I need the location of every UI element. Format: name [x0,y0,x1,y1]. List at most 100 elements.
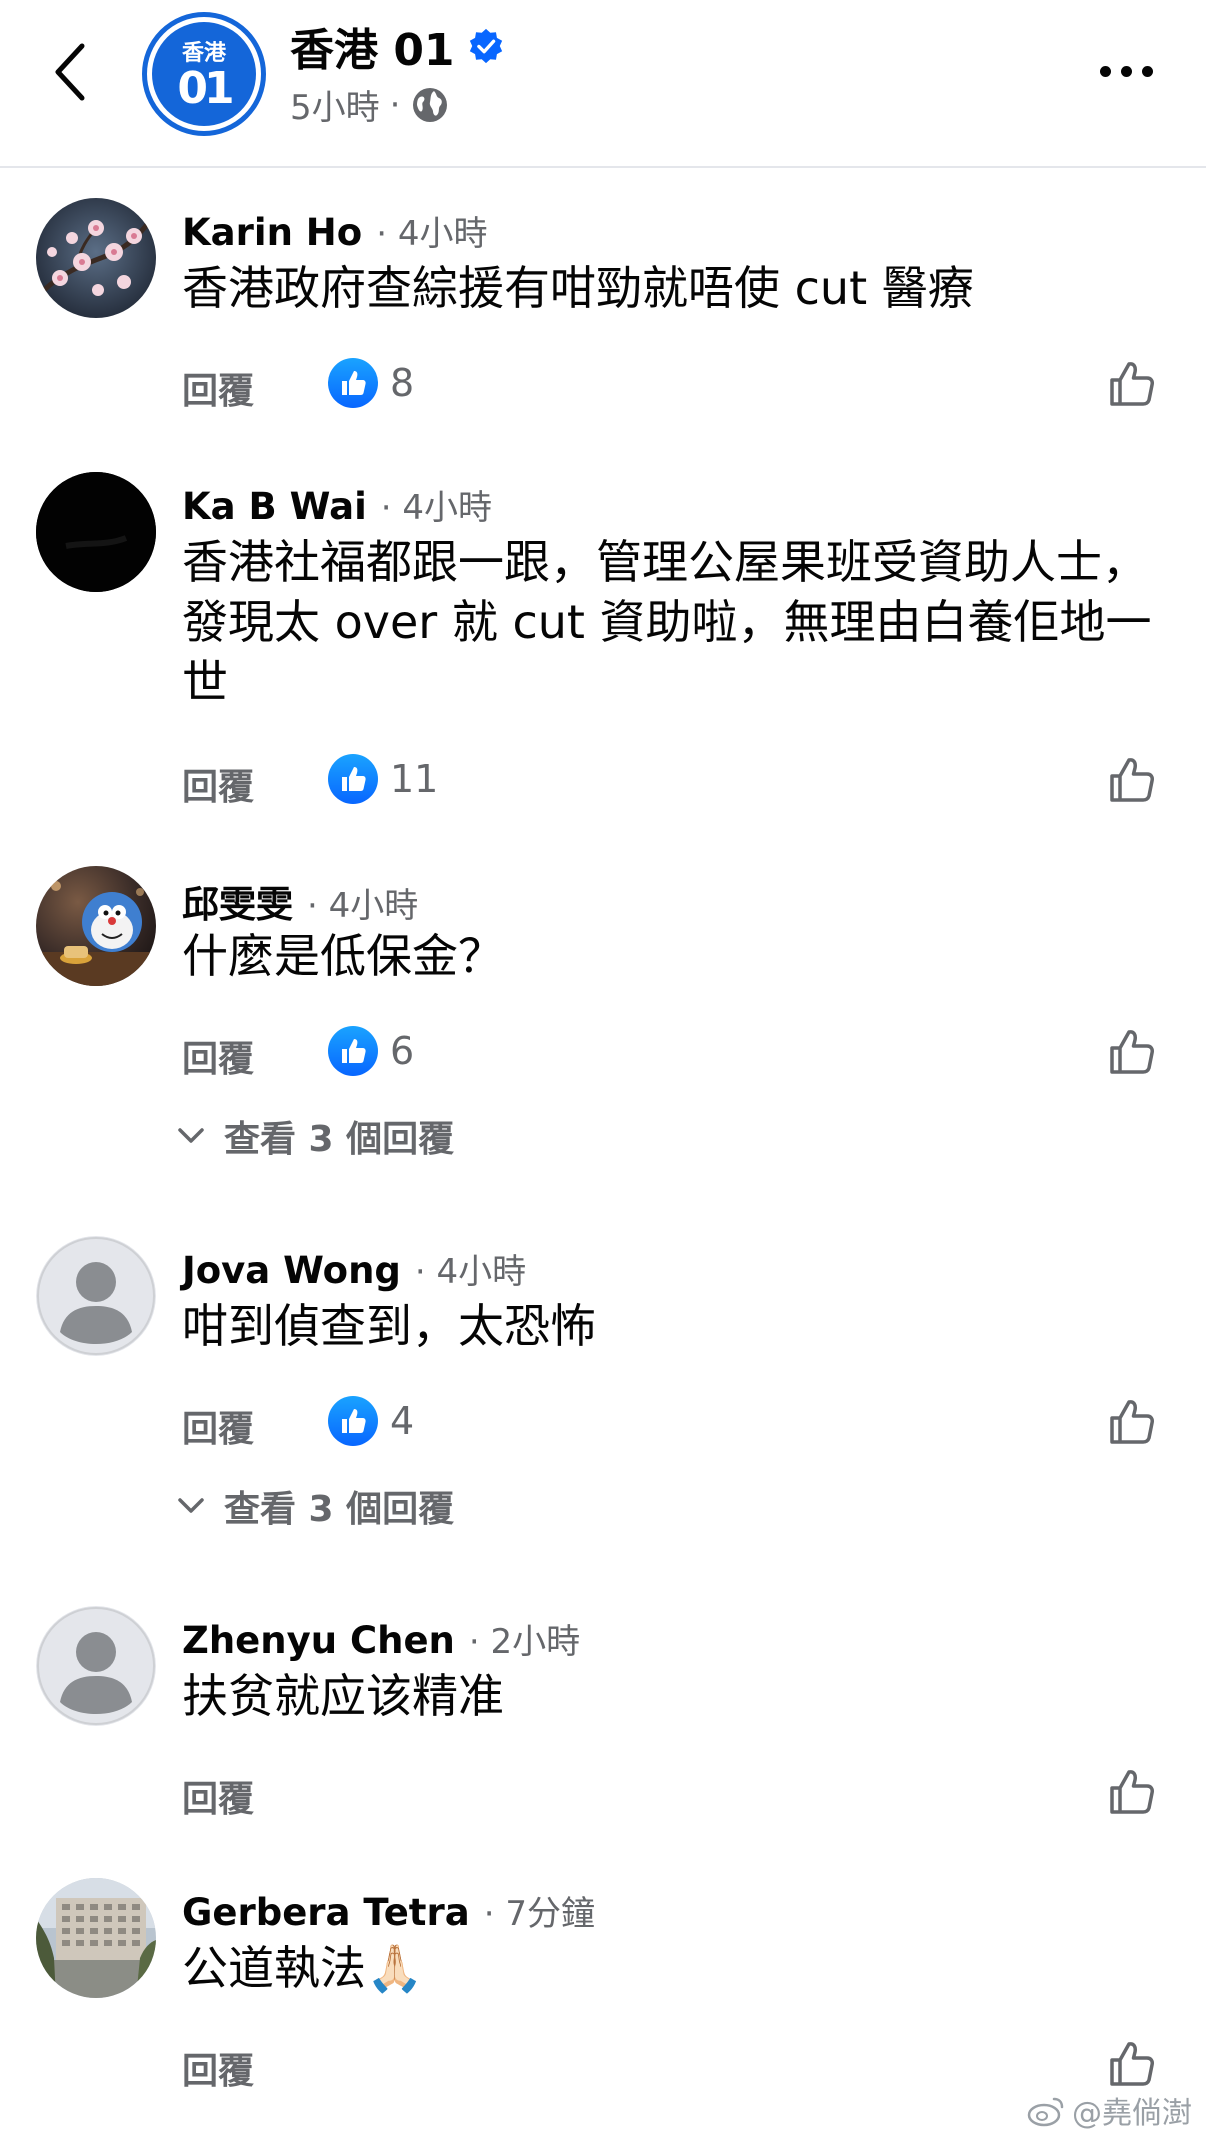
building-photo-icon [36,1878,156,1998]
time-separator: · [376,214,387,254]
thumbs-up-icon [1110,758,1154,802]
like-button[interactable] [1102,2034,1162,2094]
globe-icon [413,87,448,122]
like-button[interactable] [1102,750,1162,810]
like-reaction-icon [328,1396,378,1446]
comment-time-value[interactable]: 4小時 [437,1252,527,1292]
more-dot-icon [1141,65,1153,77]
comment-text: 什麼是低保金？ [182,929,504,983]
cartoon-cat-photo-icon [36,866,156,986]
comment-author[interactable]: Karin Ho [182,211,362,254]
view-replies-button[interactable]: 查看 3 個回覆 [178,1110,454,1162]
comment-time: · 4小時 [307,878,418,927]
reply-button[interactable]: 回覆 [182,1030,254,1082]
comment-author[interactable]: Gerbera Tetra [182,1891,470,1934]
time-separator: · [307,886,318,926]
reaction-count: 11 [390,757,439,801]
comment-time: · 4小時 [381,480,492,529]
comment-author[interactable]: Ka B Wai [182,485,367,528]
post-header: 香港 01 香港 01 5小時 · [0,0,1206,168]
reply-button[interactable]: 回覆 [182,2042,254,2094]
avatar[interactable] [36,866,156,986]
default-user-icon [36,1236,156,1356]
chevron-down-icon [178,1128,204,1143]
page-name-row: 香港 01 [290,18,505,76]
comment-time-value[interactable]: 7分鐘 [505,1894,595,1934]
watermark: @堯倘澍 [1026,2088,1192,2132]
comment-text: 扶贫就应该精准 [182,1669,504,1723]
comment-author[interactable]: 邱雯雯 [182,874,293,928]
logo-text-bottom: 01 [177,63,234,114]
avatar[interactable] [36,1878,156,1998]
reaction-summary[interactable]: 11 [328,754,438,804]
verified-badge-icon [469,28,502,64]
reaction-count: 6 [390,1029,415,1073]
reply-button[interactable]: 回覆 [182,758,254,810]
comment-text: 香港社福都跟一跟，管理公屋果班受資助人士，發現太 over 就 cut 資助啦，… [182,535,1152,709]
reply-button[interactable]: 回覆 [182,362,254,414]
avatar[interactable] [36,1606,156,1726]
comment-header: Ka B Wai · 4小時 [182,480,492,529]
comment-time-value[interactable]: 4小時 [398,214,488,254]
page-logo[interactable]: 香港 01 [142,12,266,136]
reply-button[interactable]: 回覆 [182,1770,254,1822]
chevron-down-icon [178,1498,204,1513]
more-options-button[interactable] [1086,46,1166,96]
plum-blossom-photo-icon [36,198,156,318]
like-button[interactable] [1102,354,1162,414]
comment-author[interactable]: Zhenyu Chen [182,1619,455,1662]
watermark-text: @堯倘澍 [1072,2096,1192,2131]
default-user-icon [36,1606,156,1726]
like-button[interactable] [1102,1392,1162,1452]
thumbs-up-icon [1110,2042,1154,2086]
reaction-count: 4 [390,1399,415,1443]
comment-actions: 回覆 11 [182,750,1162,810]
time-separator: · [483,1894,495,1934]
avatar[interactable] [36,198,156,318]
time-separator: · [468,1622,480,1662]
view-replies-label: 查看 3 個回覆 [224,1489,455,1530]
weibo-logo-icon [1027,2097,1064,2127]
post-time[interactable]: 5小時 [290,80,380,129]
back-button[interactable] [40,36,100,108]
comment-time: · 7分鐘 [484,1886,595,1935]
like-reaction-icon [328,358,378,408]
avatar[interactable] [36,1236,156,1356]
page-name[interactable]: 香港 01 [290,14,455,78]
time-separator: · [414,1252,426,1292]
chevron-left-icon [55,43,85,101]
view-replies-button[interactable]: 查看 3 個回覆 [178,1480,454,1532]
thumbs-up-icon [1110,1030,1154,1074]
thumbs-up-icon [1110,1400,1154,1444]
comment-actions: 回覆 8 [182,354,1162,414]
like-button[interactable] [1102,1762,1162,1822]
more-dot-icon [1120,65,1132,77]
comment-header: Gerbera Tetra · 7分鐘 [182,1886,595,1935]
meta-separator: · [389,84,401,125]
reaction-summary[interactable]: 4 [328,1396,414,1446]
comment-actions: 回覆 6 [182,1022,1162,1082]
comment-header: Karin Ho · 4小時 [182,206,487,255]
comment-time-value[interactable]: 4小時 [402,488,492,528]
comment-time-value[interactable]: 2小時 [491,1622,581,1662]
comment-text: 咁到偵查到，太恐怖 [182,1299,596,1353]
reply-button[interactable]: 回覆 [182,1400,254,1452]
black-photo-icon [36,472,156,592]
reaction-summary[interactable]: 6 [328,1026,414,1076]
like-reaction-icon [328,754,378,804]
like-button[interactable] [1102,1022,1162,1082]
avatar[interactable] [36,472,156,592]
comment-time: · 4小時 [415,1244,526,1293]
thumbs-up-icon [1110,1770,1154,1814]
reaction-count: 8 [390,361,415,405]
comment-header: 邱雯雯 · 4小時 [182,874,418,928]
thumbs-up-icon [1110,362,1154,406]
reaction-summary[interactable]: 8 [328,358,414,408]
post-meta: 5小時 · [290,80,450,129]
comment-time-value[interactable]: 4小時 [329,886,419,926]
comment-header: Jova Wong · 4小時 [182,1244,526,1293]
like-reaction-icon [328,1026,378,1076]
comment-time: · 4小時 [376,206,487,255]
page-logo-badge: 香港 01 [152,22,256,126]
comment-author[interactable]: Jova Wong [182,1249,401,1292]
